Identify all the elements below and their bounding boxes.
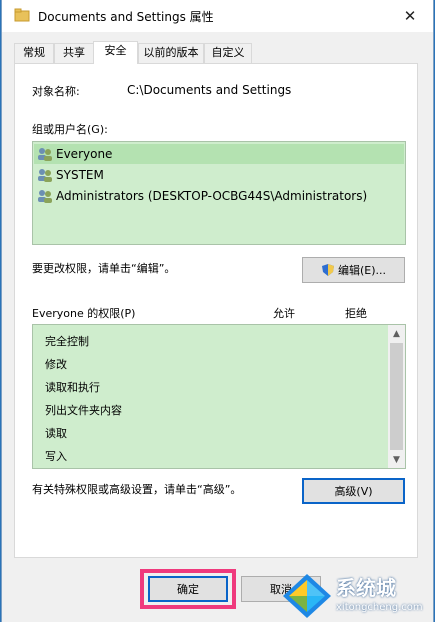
window-title: Documents and Settings 属性	[38, 10, 214, 24]
watermark-brand: 系统城	[336, 576, 396, 600]
watermark-url: xitongcheng.com	[336, 602, 423, 613]
allow-column-header: 允许	[273, 307, 295, 320]
properties-window: Documents and Settings 属性 ✕ 常规 共享 安全 以前的…	[1, 0, 434, 622]
watermark: 系统城 xitongcheng.com	[281, 570, 431, 622]
users-icon	[38, 148, 52, 161]
advanced-button[interactable]: 高级(V)	[302, 478, 405, 504]
list-item: 完全控制	[45, 335, 89, 348]
folder-icon	[14, 8, 30, 22]
advanced-hint: 有关特殊权限或高级设置，请单击“高级”。	[32, 483, 242, 496]
permissions-scrollbar[interactable]: ▲ ▼	[388, 325, 405, 468]
list-item: 列出文件夹内容	[45, 404, 122, 417]
list-item: 读取	[45, 427, 67, 440]
tab-general[interactable]: 常规	[14, 43, 54, 63]
users-icon	[38, 190, 52, 203]
list-item: 写入	[45, 450, 67, 463]
list-item: 修改	[45, 358, 67, 371]
close-button[interactable]: ✕	[387, 0, 433, 32]
title-bar: Documents and Settings 属性 ✕	[2, 0, 433, 32]
shield-icon	[321, 264, 334, 276]
object-name-value: C:\Documents and Settings	[127, 83, 292, 97]
groups-label: 组或用户名(G):	[32, 123, 108, 136]
list-item[interactable]: Administrators (DESKTOP-OCBG44S\Administ…	[37, 186, 367, 206]
tab-customize[interactable]: 自定义	[204, 43, 252, 63]
security-panel: 对象名称: C:\Documents and Settings 组或用户名(G)…	[14, 63, 418, 558]
ok-button-highlight	[140, 569, 236, 609]
list-item: 读取和执行	[45, 381, 100, 394]
chevron-down-icon[interactable]: ▼	[388, 451, 405, 468]
tab-sharing[interactable]: 共享	[54, 43, 94, 63]
scrollbar-thumb[interactable]	[390, 343, 403, 450]
permissions-listbox[interactable]: 完全控制 修改 读取和执行 列出文件夹内容 读取 写入 ▲ ▼	[32, 324, 406, 469]
object-name-label: 对象名称:	[32, 85, 80, 98]
users-icon	[38, 169, 52, 182]
permissions-label: Everyone 的权限(P)	[32, 307, 136, 320]
tab-previous-versions[interactable]: 以前的版本	[138, 43, 204, 63]
groups-listbox[interactable]: Everyone SYSTEM Administrators (DESKTOP-…	[32, 141, 406, 245]
logo-icon	[283, 574, 331, 618]
tab-security[interactable]: 安全	[93, 41, 138, 64]
close-icon: ✕	[403, 7, 417, 25]
deny-column-header: 拒绝	[345, 307, 367, 320]
edit-button[interactable]: 编辑(E)...	[302, 257, 405, 283]
list-item[interactable]: Everyone	[34, 144, 404, 164]
chevron-up-icon[interactable]: ▲	[388, 325, 405, 342]
edit-hint: 要更改权限，请单击“编辑”。	[32, 262, 176, 275]
list-item[interactable]: SYSTEM	[37, 165, 104, 185]
